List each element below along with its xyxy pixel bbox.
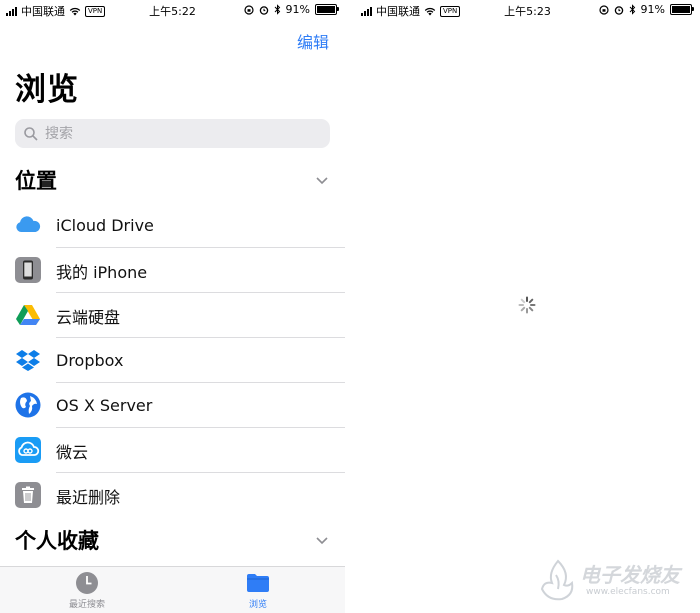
chevron-down-icon[interactable] [315,173,329,187]
google-drive-icon [15,302,41,328]
watermark-url: www.elecfans.com [586,587,670,597]
location-label: iCloud Drive [56,216,154,235]
locations-section-header[interactable]: 位置 [15,165,335,195]
location-item-os-x-server[interactable]: OS X Server [0,383,345,428]
tab-browse[interactable]: 浏览 [208,571,308,610]
battery-percent: 91% [285,3,310,16]
tab-recent[interactable]: 最近搜索 [37,571,137,610]
tab-bar: 最近搜索 浏览 [0,566,345,613]
rotation-lock-icon [598,4,609,15]
location-label: 微云 [56,442,89,462]
locations-list: iCloud Drive 我的 iPhone 云端硬盘 Dropbox OS X… [0,203,345,518]
location-item-my-iphone[interactable]: 我的 iPhone [0,248,345,293]
rotation-lock-icon [243,4,254,15]
page-title: 浏览 [15,72,79,108]
location-label: 我的 iPhone [56,262,148,282]
location-item-icloud-drive[interactable]: iCloud Drive [0,203,345,248]
search-icon [24,126,38,141]
location-label: OS X Server [56,396,153,415]
location-label: 最近删除 [56,487,121,507]
globe-icon [15,392,41,418]
files-browse-screen: 中国联通 VPN 上午5:22 91% 编辑 浏览 位置 iCloud Driv… [0,0,345,613]
alarm-icon [614,5,623,15]
status-bar: 中国联通 VPN 上午5:23 91% [355,0,700,20]
folder-icon [247,574,269,592]
location-item-weiyun[interactable]: 微云 [0,428,345,473]
locations-header-label: 位置 [15,169,57,193]
bluetooth-icon [274,4,280,15]
watermark-logo-icon [540,559,574,601]
status-bar: 中国联通 VPN 上午5:22 91% [0,0,345,20]
favorites-section-header[interactable]: 个人收藏 [15,525,335,555]
icloud-icon [15,212,41,238]
clock-icon [76,572,98,594]
location-label: 云端硬盘 [56,307,121,327]
watermark-text: 电子发烧友 [580,563,680,587]
location-label: Dropbox [56,351,124,370]
iphone-icon [15,257,41,283]
location-item-dropbox[interactable]: Dropbox [0,338,345,383]
loading-spinner-icon [518,296,536,314]
favorites-header-label: 个人收藏 [15,529,99,553]
chevron-down-icon[interactable] [315,533,329,547]
alarm-icon [259,5,268,15]
battery-icon [315,4,339,15]
loading-screen: 中国联通 VPN 上午5:23 91% [355,0,700,613]
location-item-recently-deleted[interactable]: 最近删除 [0,473,345,518]
tab-recent-label: 最近搜索 [68,600,105,610]
tab-browse-label: 浏览 [248,600,267,610]
trash-icon [15,482,41,508]
battery-icon [670,4,694,15]
search-bar[interactable] [15,119,330,148]
location-item-google-drive[interactable]: 云端硬盘 [0,293,345,338]
elecfans-watermark: 电子发烧友 www.elecfans.com [538,557,688,607]
edit-button[interactable]: 编辑 [297,29,329,53]
weiyun-icon [15,437,41,463]
battery-percent: 91% [640,3,665,16]
search-input[interactable] [43,124,307,143]
dropbox-icon [15,347,41,373]
bluetooth-icon [629,4,635,15]
